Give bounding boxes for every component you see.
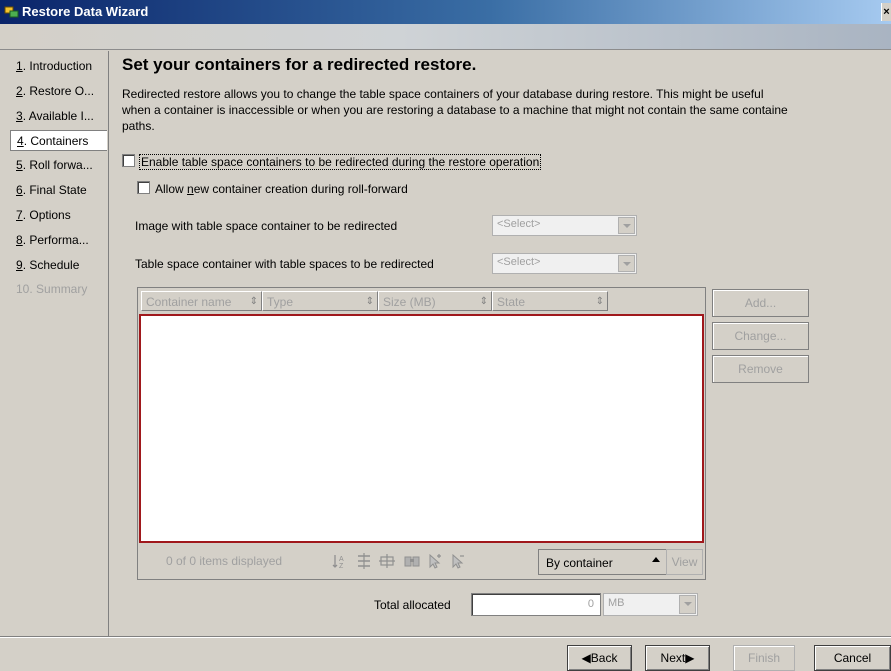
image-field-label: Image with table space container to be r… (135, 219, 398, 233)
enable-redirect-checkbox[interactable] (122, 154, 135, 168)
wizard-app-icon (4, 6, 19, 18)
enable-redirect-label: Enable table space containers to be redi… (138, 153, 542, 170)
tablespace-select[interactable]: <Select> (492, 253, 637, 274)
step-available-images[interactable]: 3. Available I... (10, 106, 107, 127)
unit-select[interactable]: MB (603, 593, 698, 616)
column-header-size[interactable]: Size (MB) ⇕ (378, 291, 492, 311)
step-final-state[interactable]: 6. Final State (10, 180, 107, 201)
step-summary: 10. Summary (16, 282, 88, 296)
close-icon: × (883, 6, 890, 18)
column-header-state[interactable]: State ⇕ (492, 291, 608, 311)
tablespace-field-label: Table space container with table spaces … (135, 257, 434, 271)
chevron-down-icon[interactable] (618, 255, 635, 272)
page-heading: Set your containers for a redirected res… (122, 55, 477, 74)
next-arrow-icon: ▶ (685, 651, 695, 665)
cancel-button[interactable]: Cancel (814, 645, 891, 671)
chevron-down-icon[interactable] (618, 217, 635, 234)
table-header: Container name ⇕ Type ⇕ Size (MB) ⇕ State ⇕ (138, 288, 705, 314)
enable-redirect-checkbox-row[interactable]: Enable table space containers to be redi… (122, 152, 542, 170)
step-containers[interactable]: 4. Containers (10, 130, 107, 151)
total-allocated-field: 0 (471, 593, 601, 616)
chevron-up-icon (652, 557, 660, 562)
select-all-icon[interactable] (426, 552, 444, 570)
chevron-down-icon[interactable] (679, 595, 696, 614)
svg-text:A: A (339, 556, 344, 563)
step-restore-options[interactable]: 2. Restore O... (10, 81, 107, 102)
table-body[interactable] (139, 314, 704, 543)
group-by-dropdown[interactable]: By container (538, 549, 667, 575)
column-header-type[interactable]: Type ⇕ (262, 291, 378, 311)
view-button[interactable]: View (666, 549, 703, 575)
filter-icon[interactable] (355, 552, 373, 570)
sort-arrows-icon: ⇕ (249, 296, 258, 307)
step-schedule[interactable]: 9. Schedule (10, 255, 107, 276)
title-bar: Restore Data Wizard × (0, 0, 891, 24)
wizard-nav-bar: ◀Back Next▶ Finish Cancel (0, 636, 891, 671)
sort-arrows-icon: ⇕ (365, 296, 374, 307)
sort-arrows-icon: ⇕ (595, 296, 604, 307)
step-options[interactable]: 7. Options (10, 205, 107, 226)
step-performance[interactable]: 8. Performa... (10, 230, 107, 251)
allow-new-container-checkbox-row[interactable]: Allow new container creation during roll… (137, 179, 408, 197)
header-band (0, 24, 891, 50)
svg-text:Z: Z (339, 563, 344, 570)
deselect-all-icon[interactable] (449, 552, 467, 570)
allow-new-container-checkbox[interactable] (137, 181, 150, 195)
customize-columns-icon[interactable] (378, 552, 396, 570)
step-introduction[interactable]: 1. Introduction (10, 56, 107, 77)
back-button[interactable]: ◀Back (567, 645, 632, 671)
step-roll-forward[interactable]: 5. Roll forwa... (10, 155, 107, 176)
sort-icon[interactable]: A Z (331, 552, 349, 570)
finish-button[interactable]: Finish (733, 645, 795, 671)
next-button[interactable]: Next▶ (645, 645, 710, 671)
image-select[interactable]: <Select> (492, 215, 637, 236)
total-allocated-label: Total allocated (374, 598, 451, 612)
back-arrow-icon: ◀ (581, 651, 591, 665)
wizard-steps-sidebar: 1. Introduction 2. Restore O... 3. Avail… (0, 51, 109, 636)
page-description: Redirected restore allows you to change … (122, 87, 788, 133)
close-button[interactable]: × (881, 3, 891, 21)
find-icon[interactable] (403, 552, 421, 570)
add-button[interactable]: Add... (712, 289, 809, 317)
item-count: 0 of 0 items displayed (166, 554, 283, 568)
containers-table: Container name ⇕ Type ⇕ Size (MB) ⇕ State ⇕ … (137, 287, 706, 580)
sort-arrows-icon: ⇕ (479, 296, 488, 307)
allow-new-container-label: Allow new container creation during roll… (155, 181, 408, 196)
remove-button[interactable]: Remove (712, 355, 809, 383)
column-header-container-name[interactable]: Container name ⇕ (141, 291, 262, 311)
change-button[interactable]: Change... (712, 322, 809, 350)
table-footer: 0 of 0 items displayed A Z By container … (138, 544, 705, 579)
window-title: Restore Data Wizard (22, 4, 149, 19)
